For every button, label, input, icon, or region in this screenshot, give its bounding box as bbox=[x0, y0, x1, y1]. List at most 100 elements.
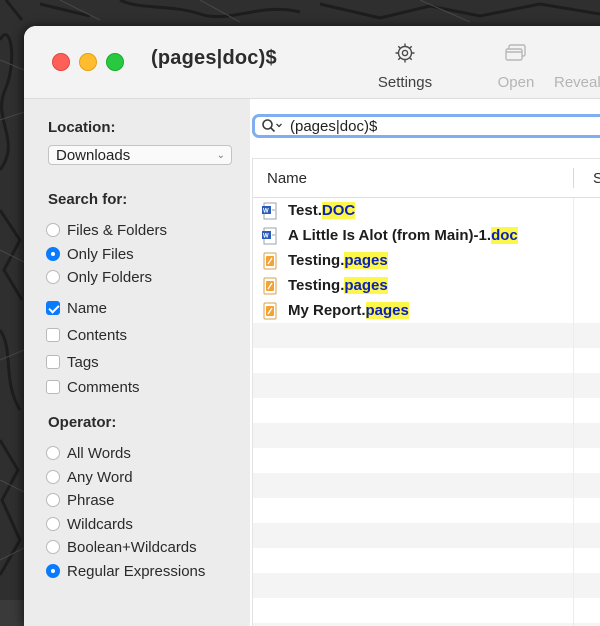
results-table: Name S W Test.DOC W A Little Is Alot (fr… bbox=[252, 158, 600, 626]
file-name: My Report.pages bbox=[288, 302, 409, 319]
empty-row bbox=[253, 523, 600, 548]
svg-text:W: W bbox=[263, 233, 269, 239]
field-label: Contents bbox=[67, 326, 128, 344]
option-label: Regular Expressions bbox=[67, 562, 206, 580]
option-label: Only Files bbox=[67, 245, 134, 263]
results-pane: (pages|doc)$ Name S W Test.DOC W A Littl… bbox=[250, 99, 600, 626]
word-doc-icon: W bbox=[261, 227, 279, 245]
empty-row bbox=[253, 573, 600, 598]
checkbox-icon bbox=[46, 328, 60, 342]
match-highlight: doc bbox=[491, 227, 518, 244]
svg-text:W: W bbox=[263, 208, 269, 214]
empty-row bbox=[253, 373, 600, 398]
match-highlight: pages bbox=[344, 277, 388, 294]
pages-doc-icon bbox=[261, 252, 279, 270]
radio-selected-icon bbox=[46, 564, 60, 578]
table-row[interactable]: Testing.pages bbox=[253, 248, 600, 273]
operator-any-word-radio[interactable]: Any Word bbox=[46, 466, 133, 488]
option-label: Files & Folders bbox=[67, 221, 168, 239]
word-doc-icon: W bbox=[261, 202, 279, 220]
minimize-window-button[interactable] bbox=[79, 53, 97, 71]
window-title: (pages|doc)$ bbox=[151, 47, 277, 69]
column-header-size[interactable]: S bbox=[593, 170, 600, 187]
match-highlight: DOC bbox=[321, 202, 356, 219]
empty-row bbox=[253, 473, 600, 498]
match-highlight: pages bbox=[365, 302, 409, 319]
radio-button-icon bbox=[46, 540, 60, 554]
search-for-files-folders-radio[interactable]: Files & Folders bbox=[46, 219, 167, 241]
operator-boolean-wildcards-radio[interactable]: Boolean+Wildcards bbox=[46, 536, 197, 558]
search-for-only-folders-radio[interactable]: Only Folders bbox=[46, 266, 152, 288]
field-contents-checkbox[interactable]: Contents bbox=[46, 324, 127, 346]
title-bar: (pages|doc)$ Settings Open Reveal bbox=[24, 26, 600, 99]
checkbox-checked-icon bbox=[46, 301, 60, 315]
search-query-text: (pages|doc)$ bbox=[290, 117, 378, 135]
field-comments-checkbox[interactable]: Comments bbox=[46, 376, 140, 398]
file-name: Testing.pages bbox=[288, 277, 388, 294]
checkbox-icon bbox=[46, 380, 60, 394]
search-options-sidebar: Location: Downloads ⌄ Search for: Files … bbox=[24, 99, 250, 626]
option-label: Only Folders bbox=[67, 268, 153, 286]
field-label: Tags bbox=[67, 353, 99, 371]
empty-row bbox=[253, 323, 600, 348]
reveal-label: Reveal bbox=[554, 74, 600, 91]
column-header-name[interactable]: Name bbox=[267, 170, 307, 187]
option-label: Any Word bbox=[67, 468, 133, 486]
results-rows: W Test.DOC W A Little Is Alot (from Main… bbox=[253, 198, 600, 626]
settings-label: Settings bbox=[377, 74, 433, 91]
option-label: All Words bbox=[67, 444, 131, 462]
radio-selected-icon bbox=[46, 247, 60, 261]
empty-row bbox=[253, 398, 600, 423]
chevron-down-icon: ⌄ bbox=[216, 150, 225, 161]
pages-doc-icon bbox=[261, 302, 279, 320]
operator-all-words-radio[interactable]: All Words bbox=[46, 442, 131, 464]
search-for-only-files-radio[interactable]: Only Files bbox=[46, 243, 134, 265]
location-popup[interactable]: Downloads ⌄ bbox=[48, 145, 232, 165]
operator-wildcards-radio[interactable]: Wildcards bbox=[46, 513, 133, 535]
table-row[interactable]: Testing.pages bbox=[253, 273, 600, 298]
field-tags-checkbox[interactable]: Tags bbox=[46, 351, 99, 373]
open-windows-icon bbox=[505, 44, 526, 61]
finder-search-window: (pages|doc)$ Settings Open Reveal Locati… bbox=[24, 26, 600, 626]
table-row[interactable]: My Report.pages bbox=[253, 298, 600, 323]
settings-button[interactable]: Settings bbox=[374, 40, 436, 91]
file-name: Testing.pages bbox=[288, 252, 388, 269]
gear-icon bbox=[395, 43, 415, 63]
field-name-checkbox[interactable]: Name bbox=[46, 297, 107, 319]
pages-doc-icon bbox=[261, 277, 279, 295]
search-icon bbox=[261, 118, 283, 134]
operator-regular-expressions-radio[interactable]: Regular Expressions bbox=[46, 560, 205, 582]
match-highlight: pages bbox=[344, 252, 388, 269]
radio-button-icon bbox=[46, 270, 60, 284]
file-name: Test.DOC bbox=[288, 202, 356, 219]
empty-row bbox=[253, 448, 600, 473]
empty-row bbox=[253, 498, 600, 523]
radio-button-icon bbox=[46, 470, 60, 484]
table-row[interactable]: W A Little Is Alot (from Main)-1.doc bbox=[253, 223, 600, 248]
radio-button-icon bbox=[46, 223, 60, 237]
search-for-heading: Search for: bbox=[48, 191, 128, 208]
location-value: Downloads bbox=[56, 147, 131, 164]
open-label: Open bbox=[497, 74, 535, 91]
open-button[interactable]: Open bbox=[494, 40, 538, 91]
close-window-button[interactable] bbox=[52, 53, 70, 71]
empty-row bbox=[253, 598, 600, 623]
empty-row bbox=[253, 548, 600, 573]
location-heading: Location: bbox=[48, 119, 116, 136]
reveal-button[interactable]: Reveal bbox=[554, 40, 600, 91]
option-label: Boolean+Wildcards bbox=[67, 538, 197, 556]
field-label: Name bbox=[67, 299, 108, 317]
empty-row bbox=[253, 348, 600, 373]
column-divider[interactable] bbox=[573, 168, 574, 188]
table-header: Name S bbox=[253, 159, 600, 198]
radio-button-icon bbox=[46, 517, 60, 531]
field-label: Comments bbox=[67, 378, 140, 396]
operator-phrase-radio[interactable]: Phrase bbox=[46, 489, 115, 511]
checkbox-icon bbox=[46, 355, 60, 369]
table-row[interactable]: W Test.DOC bbox=[253, 198, 600, 223]
option-label: Phrase bbox=[67, 491, 115, 509]
search-field[interactable]: (pages|doc)$ bbox=[252, 114, 600, 138]
zoom-window-button[interactable] bbox=[106, 53, 124, 71]
empty-row bbox=[253, 423, 600, 448]
radio-button-icon bbox=[46, 446, 60, 460]
